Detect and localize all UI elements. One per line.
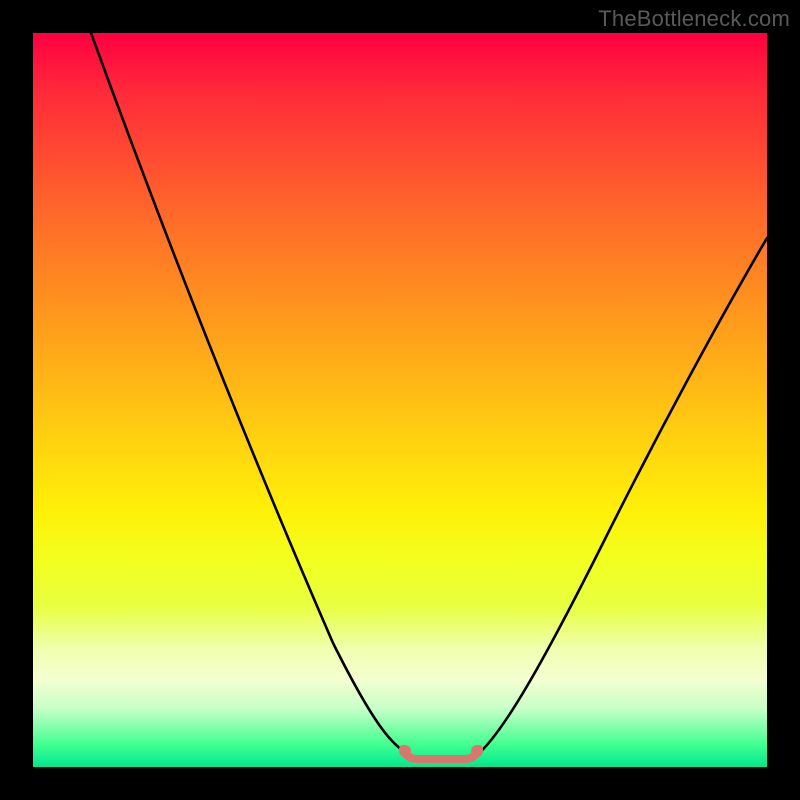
bottleneck-curve [91,33,767,758]
chart-frame: TheBottleneck.com [0,0,800,800]
plot-area [33,33,767,767]
optimal-zone [399,745,483,759]
watermark-text: TheBottleneck.com [598,6,790,32]
curve-layer [33,33,767,767]
